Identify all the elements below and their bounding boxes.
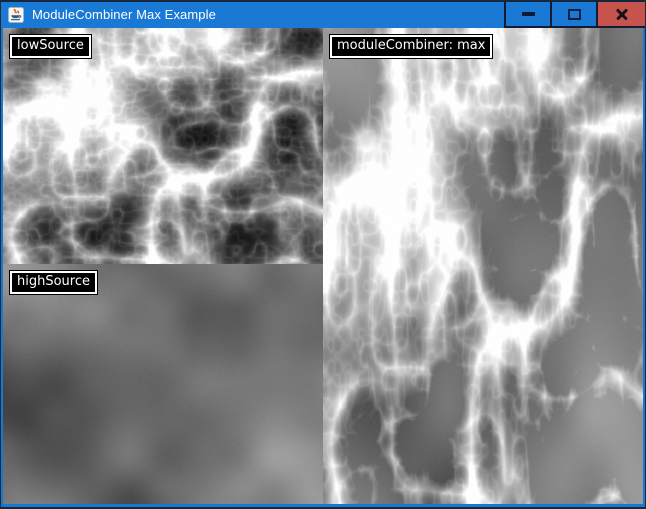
low-source-noise-canvas [3, 28, 323, 264]
minimize-icon [522, 12, 535, 16]
java-coffee-cup-icon[interactable] [8, 7, 24, 23]
app-window: ModuleCombiner Max Example lowSource hig… [0, 0, 646, 509]
panel-low-source: lowSource [3, 28, 323, 264]
module-combiner-label: moduleCombiner: max [330, 35, 492, 58]
high-source-label: highSource [10, 271, 97, 294]
low-source-label: lowSource [10, 35, 91, 58]
module-combiner-noise-canvas [323, 28, 643, 504]
window-title: ModuleCombiner Max Example [32, 2, 216, 28]
render-area: lowSource highSource moduleCombiner: max [3, 28, 643, 504]
panel-high-source: highSource [3, 264, 323, 504]
close-icon [615, 7, 629, 21]
close-button[interactable] [596, 2, 645, 26]
minimize-button[interactable] [506, 2, 550, 26]
maximize-button[interactable] [550, 2, 596, 26]
window-controls [504, 2, 645, 28]
maximize-icon [568, 9, 581, 20]
high-source-noise-canvas [3, 264, 323, 504]
panel-module-combiner: moduleCombiner: max [323, 28, 643, 504]
titlebar[interactable]: ModuleCombiner Max Example [1, 2, 645, 28]
